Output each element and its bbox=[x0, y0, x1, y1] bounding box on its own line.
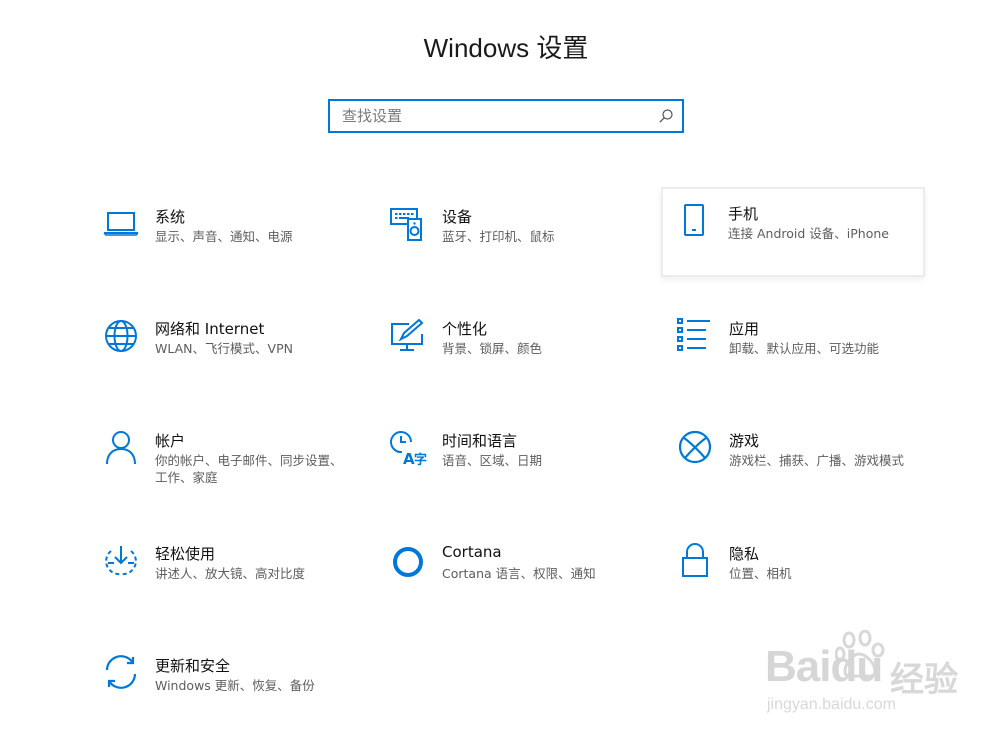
tile-description: 卸载、默认应用、可选功能 bbox=[729, 341, 880, 356]
tile-title: 手机 bbox=[728, 205, 759, 223]
tile-title: 网络和 Internet bbox=[155, 320, 265, 338]
tile-description: 游戏栏、捕获、广播、游戏模式 bbox=[729, 453, 905, 468]
tile-time-language[interactable]: A字 时间和语言 语音、区域、日期 bbox=[375, 414, 639, 504]
tile-description: 位置、相机 bbox=[729, 566, 792, 581]
watermark-url: jingyan.baidu.com bbox=[767, 696, 896, 713]
tile-description: 你的帐户、电子邮件、同步设置、工作、家庭 bbox=[155, 453, 343, 485]
time-language-icon: A字 bbox=[389, 428, 427, 468]
sync-icon bbox=[102, 653, 140, 691]
tile-apps[interactable]: 应用 卸载、默认应用、可选功能 bbox=[662, 302, 926, 392]
tile-devices[interactable]: 设备 蓝牙、打印机、鼠标 bbox=[375, 190, 639, 280]
watermark-logo: Baidu bbox=[765, 642, 883, 691]
apps-list-icon bbox=[676, 316, 714, 354]
tile-title: 时间和语言 bbox=[442, 432, 518, 450]
tile-title: 系统 bbox=[155, 208, 186, 226]
laptop-icon bbox=[102, 204, 140, 242]
tile-title: 应用 bbox=[729, 320, 760, 338]
cortana-icon bbox=[389, 541, 427, 579]
page-title: Windows 设置 bbox=[423, 33, 589, 63]
tile-cortana[interactable]: Cortana Cortana 语言、权限、通知 bbox=[375, 527, 639, 617]
baidu-watermark: Baidu 经验 jingyan.baidu.com bbox=[765, 630, 965, 725]
search-icon[interactable] bbox=[658, 108, 674, 124]
tile-description: 蓝牙、打印机、鼠标 bbox=[442, 229, 555, 244]
tile-privacy[interactable]: 隐私 位置、相机 bbox=[662, 527, 926, 617]
personalization-icon bbox=[389, 316, 427, 354]
tile-description: 显示、声音、通知、电源 bbox=[155, 229, 293, 244]
tile-accounts[interactable]: 帐户 你的帐户、电子邮件、同步设置、工作、家庭 bbox=[88, 414, 352, 504]
tile-description: Cortana 语言、权限、通知 bbox=[442, 566, 596, 581]
tile-title: 隐私 bbox=[729, 545, 760, 563]
tile-description: Windows 更新、恢复、备份 bbox=[155, 678, 315, 693]
tile-description: 背景、锁屏、颜色 bbox=[442, 341, 543, 356]
tile-personalization[interactable]: 个性化 背景、锁屏、颜色 bbox=[375, 302, 639, 392]
tile-title: 轻松使用 bbox=[155, 545, 216, 563]
phone-icon bbox=[675, 201, 713, 239]
tile-title: 设备 bbox=[442, 208, 473, 226]
tile-title: 个性化 bbox=[442, 320, 488, 338]
tile-title: 游戏 bbox=[729, 432, 760, 450]
tile-system[interactable]: 系统 显示、声音、通知、电源 bbox=[88, 190, 352, 280]
tile-description: 讲述人、放大镜、高对比度 bbox=[155, 566, 306, 581]
tile-network[interactable]: 网络和 Internet WLAN、飞行模式、VPN bbox=[88, 302, 352, 392]
lock-icon bbox=[676, 541, 714, 579]
svg-text:字: 字 bbox=[414, 452, 427, 466]
tile-ease-of-access[interactable]: 轻松使用 讲述人、放大镜、高对比度 bbox=[88, 527, 352, 617]
watermark-cn: 经验 bbox=[890, 660, 958, 700]
tile-title: Cortana bbox=[442, 543, 502, 561]
tile-phone[interactable]: 手机 连接 Android 设备、iPhone bbox=[661, 187, 925, 277]
xbox-icon bbox=[676, 428, 714, 466]
tile-update-security[interactable]: 更新和安全 Windows 更新、恢复、备份 bbox=[88, 639, 352, 729]
tile-description: WLAN、飞行模式、VPN bbox=[155, 341, 293, 356]
person-icon bbox=[102, 428, 140, 466]
tile-description: 语音、区域、日期 bbox=[442, 453, 543, 468]
search-input[interactable] bbox=[330, 101, 640, 131]
globe-icon bbox=[102, 316, 140, 354]
tile-gaming[interactable]: 游戏 游戏栏、捕获、广播、游戏模式 bbox=[662, 414, 926, 504]
devices-icon bbox=[389, 204, 427, 242]
search-box[interactable] bbox=[328, 99, 684, 133]
tile-title: 更新和安全 bbox=[155, 657, 231, 675]
tile-description: 连接 Android 设备、iPhone bbox=[728, 226, 889, 241]
tile-title: 帐户 bbox=[155, 432, 186, 450]
ease-of-access-icon bbox=[102, 541, 140, 579]
